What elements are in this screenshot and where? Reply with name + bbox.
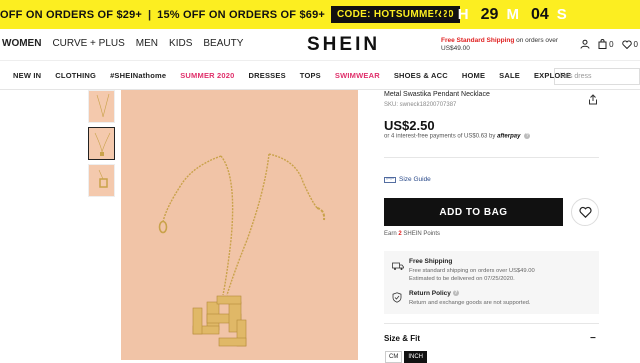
category-beauty[interactable]: BEAUTY (203, 38, 243, 49)
divider (384, 323, 599, 324)
category-kids[interactable]: KIDS (169, 38, 192, 49)
subnav-dresses[interactable]: DRESSES (249, 71, 286, 80)
return-policy-title-text: Return Policy (409, 290, 451, 297)
subnav-swimwear[interactable]: SWIMWEAR (335, 71, 380, 80)
shipping-notice[interactable]: Free Standard Shipping on orders over US… (441, 37, 561, 53)
subnav-home[interactable]: HOME (462, 71, 485, 80)
return-policy-line-1: Return and exchange goods are not suppor… (409, 300, 531, 306)
wishlist-count: 0 (633, 39, 638, 49)
timer-hours-unit: H (457, 6, 469, 23)
subnav-tops[interactable]: TOPS (300, 71, 321, 80)
free-shipping-row: Free Shipping Free standard shipping on … (392, 258, 535, 283)
subnav-summer-2020[interactable]: SUMMER 2020 (180, 71, 234, 80)
size-guide-label: Size Guide (399, 176, 431, 183)
return-policy-title: Return Policy? (409, 290, 531, 297)
category-nav: WOMEN CURVE + PLUS MEN KIDS BEAUTY (2, 38, 254, 49)
timer-seconds-unit: S (556, 6, 567, 23)
subnav-shoes-acc[interactable]: SHOES & ACC (394, 71, 448, 80)
main-header: WOMEN CURVE + PLUS MEN KIDS BEAUTY SHEIN… (0, 29, 640, 61)
collapse-icon[interactable]: − (590, 333, 596, 344)
subnav-sheinathome[interactable]: #SHEINathome (110, 71, 166, 80)
divider (384, 157, 599, 158)
promo-offer-2: 15% OFF ON ORDERS OF $69+ (157, 8, 326, 21)
points-value: 2 (398, 231, 402, 237)
timer-seconds: 04 (530, 5, 549, 23)
return-policy-row: Return Policy? Return and exchange goods… (392, 290, 531, 308)
thumbnail-list (88, 90, 116, 201)
thumbnail-1[interactable] (88, 90, 115, 123)
help-icon[interactable]: ? (524, 133, 531, 139)
bag-icon[interactable]: 0 (598, 39, 614, 49)
wishlist-button[interactable] (571, 198, 599, 226)
share-icon[interactable] (588, 92, 598, 110)
shield-icon (392, 290, 404, 308)
size-guide-link[interactable]: Size Guide (384, 176, 431, 183)
unit-toggle: CM INCH (385, 351, 429, 363)
points-suffix: SHEIN Points (403, 231, 441, 237)
promo-separator: | (148, 8, 152, 21)
sub-nav: NEW IN CLOTHING #SHEINathome SUMMER 2020… (0, 62, 640, 90)
unit-cm[interactable]: CM (385, 351, 403, 363)
free-shipping-title: Free Shipping (409, 258, 453, 265)
installment-text: or 4 interest-free payments of US$0.63 b… (384, 133, 496, 140)
points-info: Earn 2 SHEIN Points (384, 231, 440, 237)
search-input[interactable]: kids dress (554, 68, 640, 85)
subnav-sale[interactable]: SALE (499, 71, 520, 80)
timer-hours: 20 (432, 5, 450, 23)
site-logo[interactable]: SHEIN (307, 34, 380, 56)
add-to-bag-button[interactable]: ADD TO BAG (384, 198, 563, 226)
free-shipping-line-2: Estimated to be delivered on 07/25/2020. (409, 276, 515, 282)
heart-icon (578, 206, 592, 218)
unit-inch[interactable]: INCH (404, 351, 428, 363)
subnav-clothing[interactable]: CLOTHING (55, 71, 96, 80)
product-sku: SKU: swneck18200707387 (384, 102, 457, 108)
shipping-notice-highlight: Free Standard Shipping (441, 37, 515, 44)
sub-nav-items: NEW IN CLOTHING #SHEINathome SUMMER 2020… (13, 71, 585, 80)
category-men[interactable]: MEN (136, 38, 158, 49)
truck-icon (392, 258, 404, 283)
countdown-timer: 20 H 29 M 04 S (432, 0, 579, 29)
thumbnail-2[interactable] (88, 127, 115, 160)
category-curve-plus[interactable]: CURVE + PLUS (52, 38, 124, 49)
promo-offer-1: OFF ON ORDERS OF $29+ (0, 8, 143, 21)
account-icon[interactable] (580, 39, 590, 49)
product-title: Metal Swastika Pendant Necklace (384, 91, 490, 98)
timer-minutes-unit: M (506, 6, 519, 23)
product-price: US$2.50 (384, 118, 435, 133)
product-main-image[interactable] (121, 90, 358, 360)
bag-count: 0 (609, 39, 614, 49)
installment-info: or 4 interest-free payments of US$0.63 b… (384, 133, 531, 140)
wishlist-icon[interactable]: 0 (621, 39, 638, 49)
category-women[interactable]: WOMEN (2, 38, 41, 49)
points-prefix: Earn (384, 231, 397, 237)
help-icon[interactable]: ? (452, 290, 459, 297)
header-icons: 0 0 (572, 39, 638, 49)
afterpay-logo[interactable]: afterpay (497, 134, 520, 140)
timer-minutes: 29 (480, 5, 499, 23)
free-shipping-line-1: Free standard shipping on orders over US… (409, 268, 535, 274)
thumbnail-3[interactable] (88, 164, 115, 197)
shipping-returns-box: Free Shipping Free standard shipping on … (384, 251, 599, 314)
size-fit-heading[interactable]: Size & Fit (384, 334, 420, 343)
subnav-new-in[interactable]: NEW IN (13, 71, 41, 80)
